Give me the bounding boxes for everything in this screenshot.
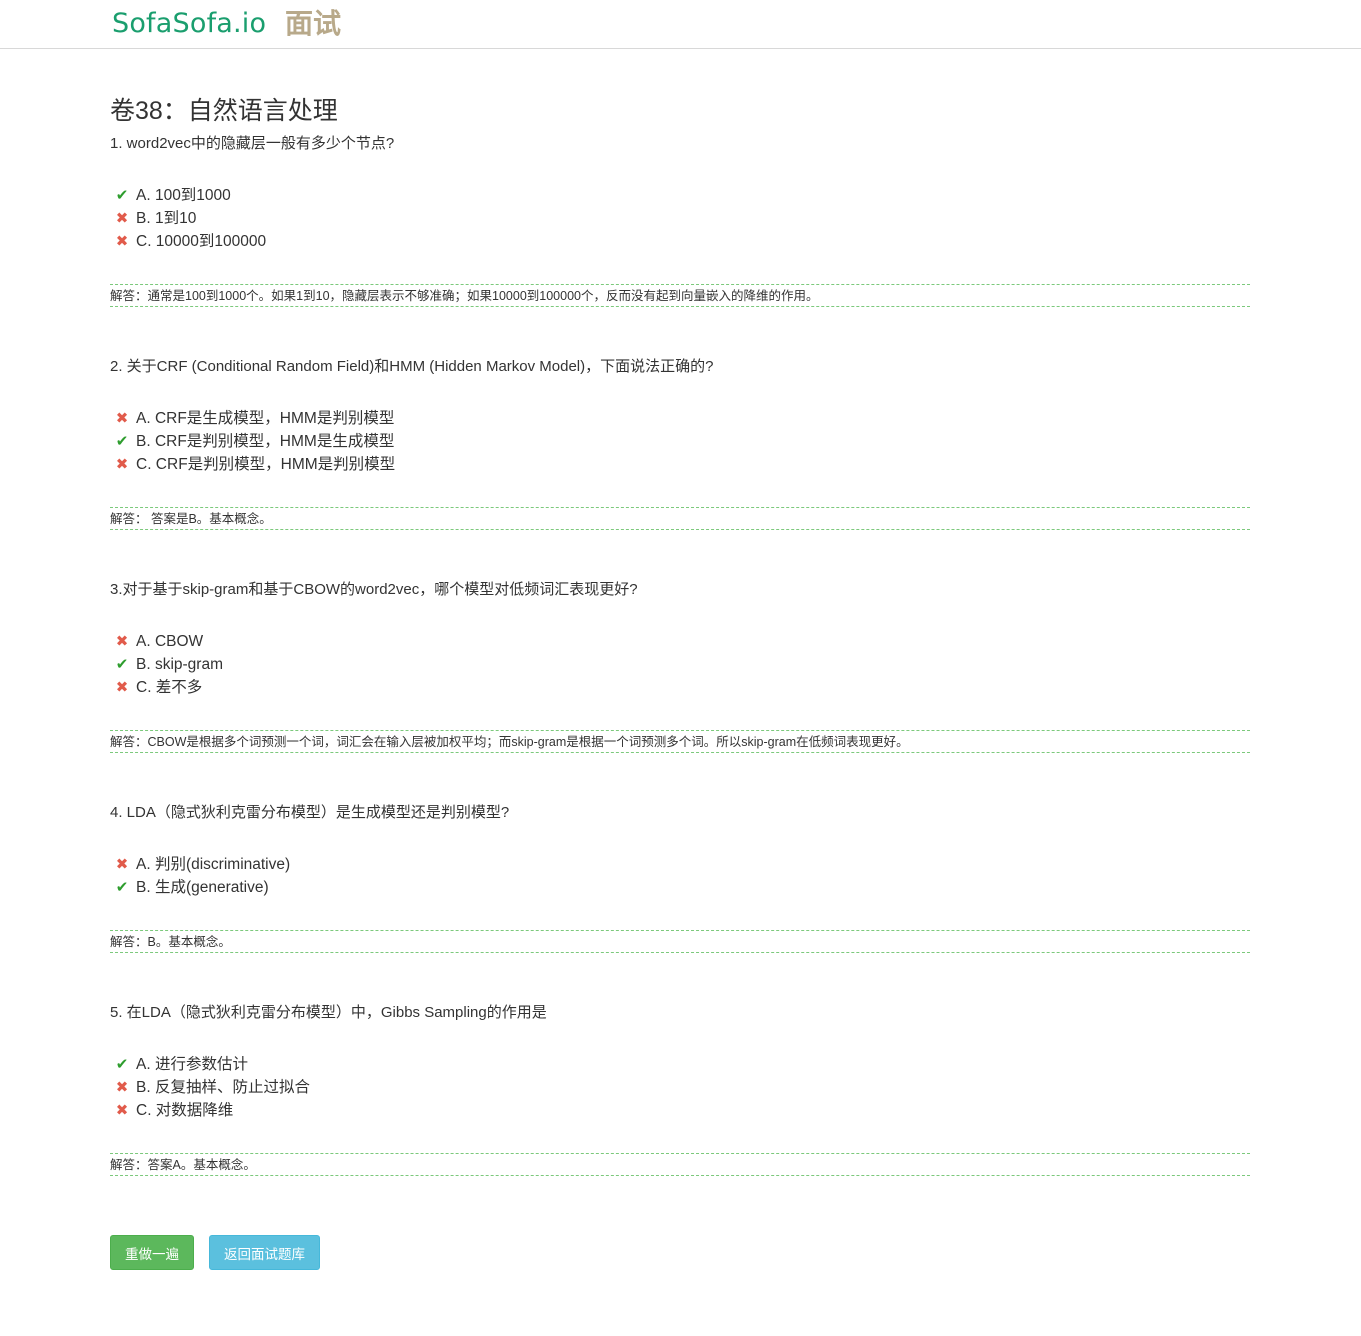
question-text: 4. LDA（隐式狄利克雷分布模型）是生成模型还是判别模型? <box>110 804 510 821</box>
option-list: ✔ A. 进行参数估计 ✖ B. 反复抽样、防止过拟合 ✖ C. 对数据降维 <box>110 1053 1250 1122</box>
option-item: ✖ A. CBOW <box>110 630 1250 653</box>
option-label: B. CRF是判别模型，HMM是生成模型 <box>136 433 395 450</box>
check-icon: ✔ <box>115 1056 129 1073</box>
option-label: C. 对数据降维 <box>136 1102 234 1119</box>
option-item: ✖ A. 判别(discriminative) <box>110 853 1250 876</box>
option-list: ✖ A. 判别(discriminative) ✔ B. 生成(generative) <box>110 853 1250 899</box>
check-icon: ✔ <box>115 656 129 673</box>
option-label: A. CRF是生成模型，HMM是判别模型 <box>136 410 395 427</box>
option-label: C. CRF是判别模型，HMM是判别模型 <box>136 456 396 473</box>
check-icon: ✔ <box>115 433 129 450</box>
option-label: C. 10000到100000 <box>136 233 267 250</box>
cross-icon: ✖ <box>115 456 129 473</box>
check-icon: ✔ <box>115 187 129 204</box>
option-item: ✖ C. 10000到100000 <box>110 230 1250 253</box>
option-label: A. 100到1000 <box>136 187 231 204</box>
option-label: B. 反复抽样、防止过拟合 <box>136 1079 310 1096</box>
top-navbar: SofaSofa.io 面试 <box>0 0 1361 49</box>
answer-explanation: 解答： 答案是B。基本概念。 <box>110 507 1250 530</box>
cross-icon: ✖ <box>115 633 129 650</box>
option-list: ✖ A. CBOW ✔ B. skip-gram ✖ C. 差不多 <box>110 630 1250 699</box>
option-label: B. 生成(generative) <box>136 879 269 896</box>
cross-icon: ✖ <box>115 856 129 873</box>
cross-icon: ✖ <box>115 1079 129 1096</box>
question-list: 1. word2vec中的隐藏层一般有多少个节点? ✔ A. 100到1000 ✖ B.… <box>110 132 1250 1176</box>
check-icon: ✔ <box>115 879 129 896</box>
option-label: B. skip-gram <box>136 656 223 673</box>
cross-icon: ✖ <box>115 679 129 696</box>
question-block: 2. 关于CRF (Conditional Random Field)和HMM … <box>110 355 1250 530</box>
question-block: 4. LDA（隐式狄利克雷分布模型）是生成模型还是判别模型? ✖ A. 判别(dis… <box>110 801 1250 953</box>
option-label: A. 进行参数估计 <box>136 1056 248 1073</box>
question-block: 3.对于基于skip-gram和基于CBOW的word2vec，哪个模型对低频词… <box>110 578 1250 753</box>
brand-logo[interactable]: SofaSofa.io <box>112 6 266 42</box>
cross-icon: ✖ <box>115 410 129 427</box>
section-title[interactable]: 面试 <box>285 6 341 42</box>
answer-explanation: 解答：答案A。基本概念。 <box>110 1153 1250 1176</box>
question-text: 2. 关于CRF (Conditional Random Field)和HMM … <box>110 358 714 375</box>
option-item: ✖ B. 1到10 <box>110 207 1250 230</box>
cross-icon: ✖ <box>115 1102 129 1119</box>
option-item: ✖ B. 反复抽样、防止过拟合 <box>110 1076 1250 1099</box>
question-text: 1. word2vec中的隐藏层一般有多少个节点? <box>110 135 395 152</box>
option-item: ✖ C. 差不多 <box>110 676 1250 699</box>
question-text: 5. 在LDA（隐式狄利克雷分布模型）中，Gibbs Sampling的作用是 <box>110 1004 547 1021</box>
question-block: 1. word2vec中的隐藏层一般有多少个节点? ✔ A. 100到1000 ✖ B.… <box>110 132 1250 307</box>
answer-explanation: 解答：通常是100到1000个。如果1到10，隐藏层表示不够准确；如果10000… <box>110 284 1250 307</box>
option-label: A. CBOW <box>136 633 204 650</box>
page-title: 卷38：自然语言处理 <box>110 97 338 125</box>
option-list: ✖ A. CRF是生成模型，HMM是判别模型 ✔ B. CRF是判别模型，HMM是生成… <box>110 407 1250 476</box>
exam-container: 卷38：自然语言处理 1. word2vec中的隐藏层一般有多少个节点? ✔ A. … <box>110 90 1250 1176</box>
question-block: 5. 在LDA（隐式狄利克雷分布模型）中，Gibbs Sampling的作用是 ✔… <box>110 1001 1250 1176</box>
option-item: ✔ A. 进行参数估计 <box>110 1053 1250 1076</box>
answer-explanation: 解答：CBOW是根据多个词预测一个词，词汇会在输入层被加权平均；而skip-gr… <box>110 730 1250 753</box>
option-item: ✔ B. CRF是判别模型，HMM是生成模型 <box>110 430 1250 453</box>
back-to-bank-button[interactable]: 返回面试题库 <box>209 1235 320 1270</box>
answer-explanation: 解答：B。基本概念。 <box>110 930 1250 953</box>
question-text: 3.对于基于skip-gram和基于CBOW的word2vec，哪个模型对低频词… <box>110 581 638 598</box>
option-item: ✖ C. CRF是判别模型，HMM是判别模型 <box>110 453 1250 476</box>
redo-button[interactable]: 重做一遍 <box>110 1235 194 1270</box>
option-item: ✔ B. skip-gram <box>110 653 1250 676</box>
cross-icon: ✖ <box>115 210 129 227</box>
option-item: ✔ B. 生成(generative) <box>110 876 1250 899</box>
option-item: ✖ C. 对数据降维 <box>110 1099 1250 1122</box>
option-label: B. 1到10 <box>136 210 197 227</box>
option-item: ✖ A. CRF是生成模型，HMM是判别模型 <box>110 407 1250 430</box>
action-buttons: 重做一遍 返回面试题库 <box>110 1235 320 1270</box>
option-item: ✔ A. 100到1000 <box>110 184 1250 207</box>
option-label: C. 差不多 <box>136 679 203 696</box>
option-list: ✔ A. 100到1000 ✖ B. 1到10 ✖ C. 10000到100000 <box>110 184 1250 253</box>
cross-icon: ✖ <box>115 233 129 250</box>
option-label: A. 判别(discriminative) <box>136 856 291 873</box>
